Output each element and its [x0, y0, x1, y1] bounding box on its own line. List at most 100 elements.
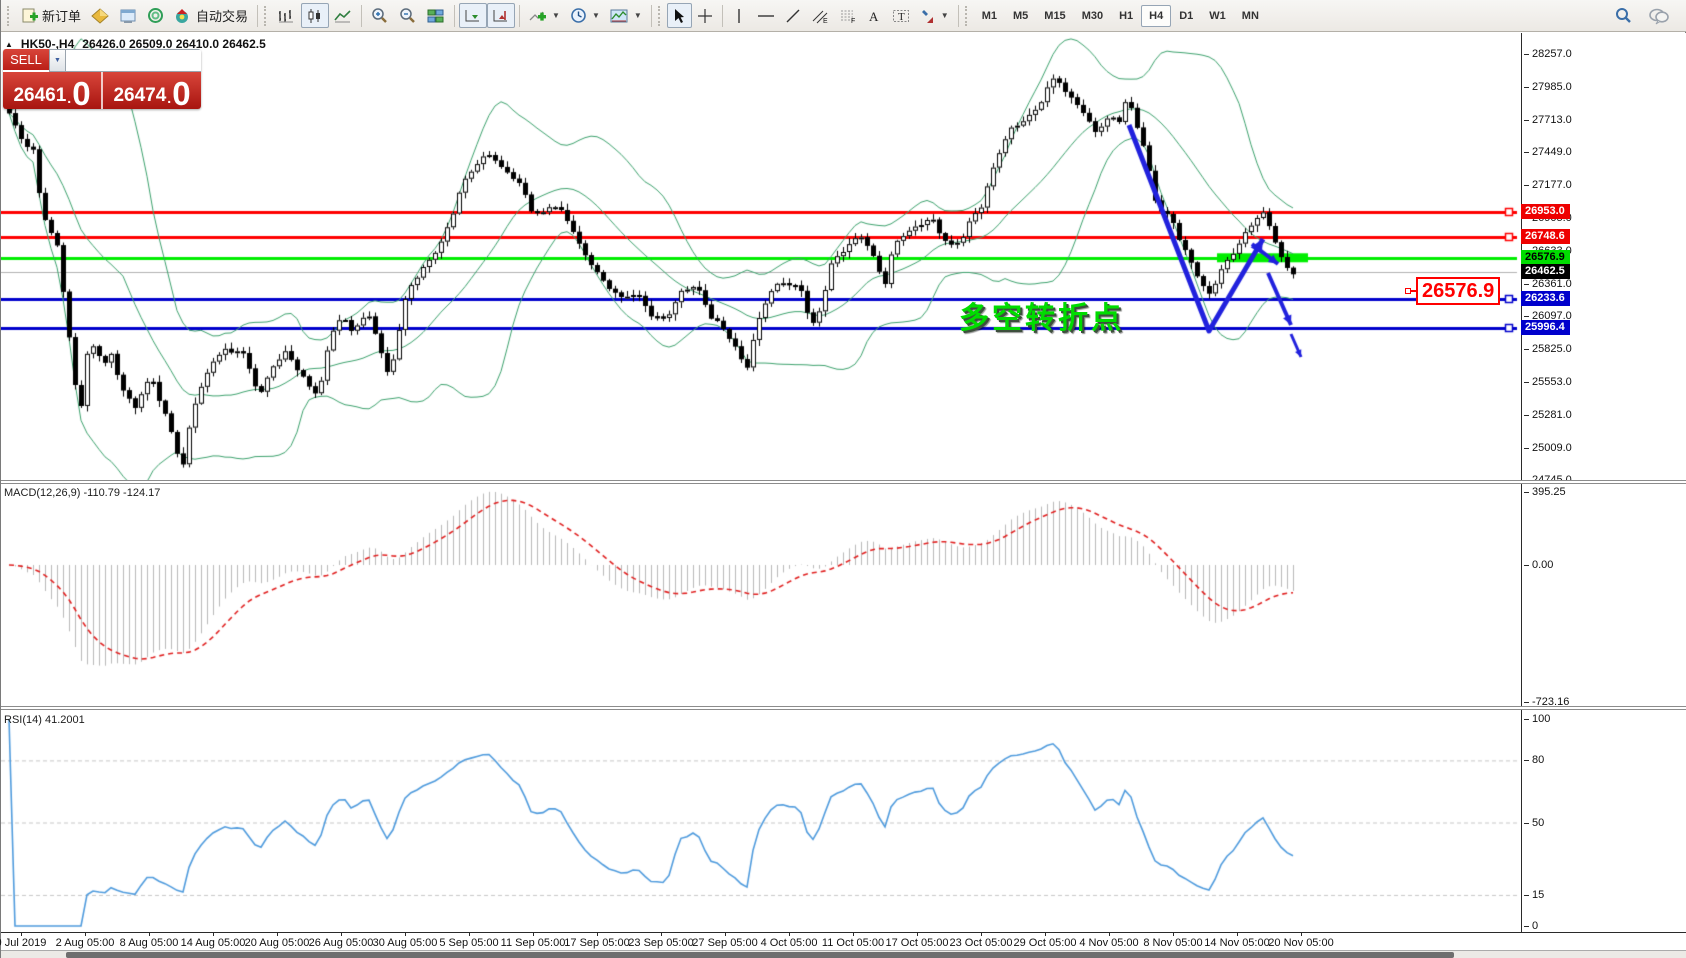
data-window-button[interactable] — [114, 3, 142, 28]
new-order-icon — [21, 7, 38, 24]
periods-button[interactable]: ▼ — [565, 3, 605, 28]
sell-price-display[interactable]: 26461.0 — [3, 72, 101, 109]
date-label: 30 Aug 05:00 — [373, 937, 438, 949]
chart-text-annotation[interactable]: 多空转折点 — [959, 293, 1124, 337]
bar-chart-button[interactable] — [273, 3, 301, 28]
search-button[interactable] — [1609, 3, 1637, 28]
vertical-line-button[interactable] — [727, 3, 752, 28]
price-tick-label: 27713.0 — [1532, 114, 1572, 126]
line-chart-button[interactable] — [329, 3, 357, 28]
rsi-tick-label: 0 — [1532, 920, 1538, 932]
zoom-out-button[interactable] — [394, 3, 422, 28]
timeframe-button-W1[interactable]: W1 — [1201, 5, 1234, 27]
date-tick — [853, 932, 854, 936]
chart-shift-icon — [492, 8, 510, 24]
rsi-tick-label: 50 — [1532, 817, 1544, 829]
chart-shift-button[interactable] — [487, 3, 515, 28]
volume-decrease-button[interactable]: ▼ — [49, 49, 66, 72]
horizontal-scrollbar[interactable] — [1, 950, 1686, 958]
price-axis[interactable]: 28257.027985.027713.027449.027177.026905… — [1521, 33, 1686, 958]
navigator-button[interactable] — [142, 3, 169, 28]
navigator-icon — [147, 7, 164, 24]
timeframe-button-MN[interactable]: MN — [1234, 5, 1267, 27]
macd-panel-canvas[interactable] — [1, 484, 1521, 707]
candlestick-chart-icon — [306, 8, 324, 24]
price-callout[interactable]: 26576.9 — [1405, 277, 1500, 305]
macd-indicator-label: MACD(12,26,9) -110.79 -124.17 — [4, 487, 160, 499]
panel-separator[interactable] — [1, 480, 1686, 484]
axis-tick — [1524, 760, 1529, 761]
date-tick — [469, 932, 470, 936]
crosshair-button[interactable] — [692, 3, 718, 28]
date-axis[interactable]: 9 Jul 20192 Aug 05:008 Aug 05:0014 Aug 0… — [1, 934, 1686, 950]
community-button[interactable] — [1643, 3, 1675, 28]
text-button[interactable]: A — [862, 3, 887, 28]
zoom-in-icon — [371, 7, 389, 24]
fibonacci-button[interactable]: F — [834, 3, 862, 28]
cursor-icon — [672, 8, 686, 24]
toolbar-grip[interactable] — [264, 6, 269, 26]
axis-tick — [1524, 448, 1529, 449]
rsi-tick-label: 15 — [1532, 889, 1544, 901]
axis-tick — [1524, 492, 1529, 493]
price-chart-canvas[interactable] — [1, 33, 1521, 481]
bottom-border — [1, 932, 1686, 933]
sell-button[interactable]: SELL — [3, 49, 49, 72]
zoom-in-button[interactable] — [366, 3, 394, 28]
timeframe-button-M15[interactable]: M15 — [1036, 5, 1073, 27]
templates-button[interactable]: ▼ — [605, 3, 647, 28]
horizontal-line-button[interactable] — [752, 3, 780, 28]
axis-tick — [1524, 87, 1529, 88]
date-tick — [21, 932, 22, 936]
date-tick — [1045, 932, 1046, 936]
arrows-button[interactable]: ▼ — [915, 3, 954, 28]
auto-trading-button[interactable]: 自动交易 — [169, 3, 253, 28]
toolbar-grip[interactable] — [965, 6, 970, 26]
cursor-button[interactable] — [667, 3, 692, 28]
buy-price-display[interactable]: 26474.0 — [103, 72, 201, 109]
timeframe-button-M30[interactable]: M30 — [1074, 5, 1111, 27]
date-label: 29 Oct 05:00 — [1014, 937, 1077, 949]
dropdown-arrow-icon: ▼ — [592, 11, 600, 20]
rsi-indicator-label: RSI(14) 41.2001 — [4, 714, 85, 726]
zoom-out-icon — [399, 7, 417, 24]
date-tick — [1237, 932, 1238, 936]
timeframe-button-H1[interactable]: H1 — [1111, 5, 1141, 27]
price-level-tag: 26233.6 — [1521, 291, 1570, 306]
text-label-button[interactable]: T — [887, 3, 915, 28]
date-tick — [341, 932, 342, 936]
toolbar-grip[interactable] — [7, 6, 12, 26]
symbol-marker-icon: ▲ — [5, 40, 13, 49]
date-label: 26 Aug 05:00 — [309, 937, 374, 949]
tile-windows-button[interactable] — [422, 3, 450, 28]
auto-scroll-icon — [464, 8, 482, 24]
timeframe-button-M1[interactable]: M1 — [974, 5, 1005, 27]
price-level-tag: 26748.6 — [1521, 229, 1570, 244]
date-tick — [1173, 932, 1174, 936]
indicators-button[interactable]: ▼ — [524, 3, 565, 28]
auto-scroll-button[interactable] — [459, 3, 487, 28]
scrollbar-thumb[interactable] — [66, 952, 1454, 958]
rsi-panel-canvas[interactable] — [1, 710, 1521, 933]
equidistant-channel-button[interactable]: E — [806, 3, 834, 28]
toolbar-grip[interactable] — [658, 6, 663, 26]
timeframe-button-H4[interactable]: H4 — [1141, 5, 1171, 27]
date-tick — [789, 932, 790, 936]
market-watch-button[interactable] — [86, 3, 114, 28]
timeframe-button-D1[interactable]: D1 — [1171, 5, 1201, 27]
candlestick-chart-button[interactable] — [301, 3, 329, 28]
date-tick — [1109, 932, 1110, 936]
new-order-button[interactable]: 新订单 — [16, 3, 86, 28]
svg-text:T: T — [898, 11, 905, 23]
timeframe-button-M5[interactable]: M5 — [1005, 5, 1036, 27]
date-label: 11 Oct 05:00 — [822, 937, 884, 949]
price-tick-label: 26361.0 — [1532, 278, 1572, 290]
trading-platform-window: 新订单 自动交易 — [0, 0, 1686, 958]
bar-chart-icon — [278, 8, 296, 24]
panel-separator[interactable] — [1, 706, 1686, 710]
new-order-label: 新订单 — [42, 6, 81, 25]
date-label: 23 Oct 05:00 — [950, 937, 1013, 949]
volume-input[interactable] — [66, 49, 201, 72]
date-tick — [533, 932, 534, 936]
trendline-button[interactable] — [780, 3, 806, 28]
